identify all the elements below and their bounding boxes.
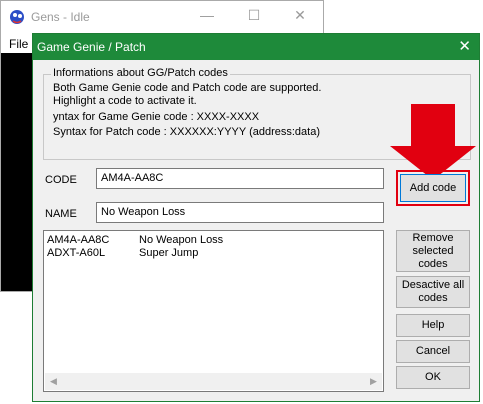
info-line-4: Syntax for Patch code : XXXXXX:YYYY (add… [53, 126, 320, 138]
list-item-name: Super Jump [139, 247, 199, 259]
code-input[interactable]: AM4A-AA8C [96, 168, 384, 189]
deactivate-all-codes-button[interactable]: Desactive all codes [396, 276, 470, 308]
name-input[interactable]: No Weapon Loss [96, 202, 384, 223]
info-line-3: yntax for Game Genie code : XXXX-XXXX [53, 111, 260, 123]
menu-file[interactable]: File [9, 37, 28, 51]
cancel-button[interactable]: Cancel [396, 340, 470, 363]
info-line-2: Highlight a code to activate it. [53, 95, 197, 107]
minimize-button[interactable]: — [197, 7, 217, 23]
info-group-legend: Informations about GG/Patch codes [51, 67, 230, 79]
dialog-title: Game Genie / Patch [37, 40, 146, 54]
name-label: NAME [45, 208, 77, 220]
codes-listbox[interactable]: AM4A-AA8C No Weapon Loss ADXT-A60L Super Ju… [43, 230, 384, 392]
gens-title-bar[interactable]: Gens - Idle — ☐ ✕ [1, 1, 323, 33]
maximize-button[interactable]: ☐ [244, 7, 264, 24]
code-label: CODE [45, 174, 77, 186]
remove-selected-codes-button[interactable]: Remove selected codes [396, 230, 470, 272]
dialog-close-button[interactable]: ✕ [458, 37, 471, 55]
close-button[interactable]: ✕ [290, 7, 310, 24]
help-button[interactable]: Help [396, 314, 470, 337]
ok-button[interactable]: OK [396, 366, 470, 389]
list-item-code: ADXT-A60L [47, 247, 106, 259]
list-item-name: No Weapon Loss [139, 234, 224, 246]
info-line-1: Both Game Genie code and Patch code are … [53, 82, 322, 94]
gens-app-icon [10, 10, 24, 24]
horizontal-scrollbar[interactable]: ◀ ▶ [45, 373, 382, 390]
game-genie-dialog: Game Genie / Patch ✕ Informations about … [32, 33, 480, 402]
dialog-title-bar[interactable]: Game Genie / Patch ✕ [33, 34, 479, 60]
scroll-left-icon[interactable]: ◀ [45, 373, 62, 390]
gens-window-title: Gens - Idle [31, 10, 90, 24]
scroll-right-icon[interactable]: ▶ [365, 373, 382, 390]
list-item-code: AM4A-AA8C [47, 234, 110, 246]
add-code-button[interactable]: Add code [400, 174, 466, 202]
